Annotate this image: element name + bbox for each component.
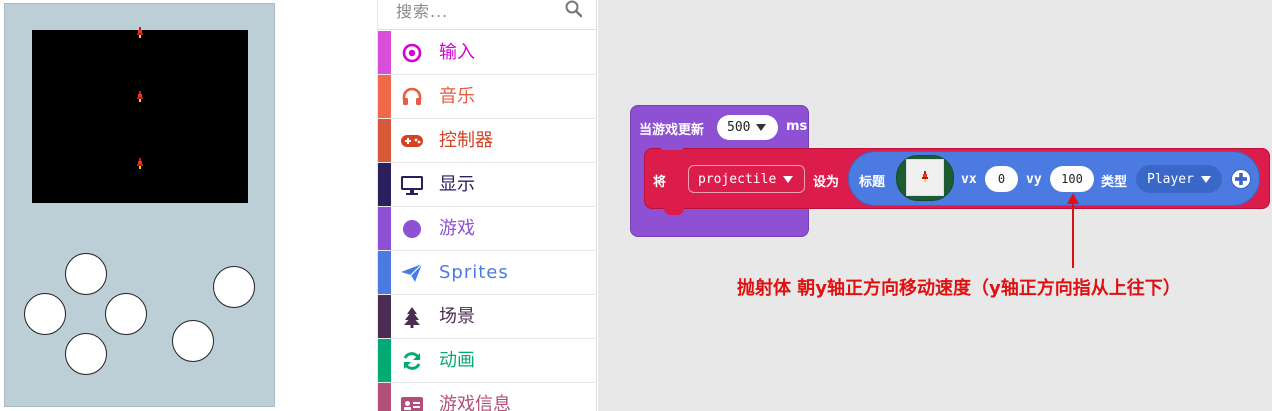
kind-label: 类型 <box>1101 175 1128 190</box>
image-label: 标题 <box>859 175 886 190</box>
category-sprites[interactable]: Sprites <box>378 251 597 295</box>
toolbox: 搜索... 输入 音乐 控制器 显示 游戏 Sprites 场景 动画 游戏信息 <box>377 0 597 411</box>
on-game-update-label: 当游戏更新 <box>639 123 705 138</box>
block-notch <box>660 146 684 150</box>
category-animation[interactable]: 动画 <box>378 339 597 383</box>
vy-value: 100 <box>1061 172 1083 186</box>
toolbox-search[interactable]: 搜索... <box>378 0 597 30</box>
category-label: 控制器 <box>439 130 493 151</box>
category-game[interactable]: 游戏 <box>378 207 597 251</box>
monitor-icon <box>401 176 423 195</box>
category-scene[interactable]: 场景 <box>378 295 597 339</box>
vx-input[interactable]: 0 <box>985 166 1018 192</box>
to-label: 设为 <box>813 175 840 190</box>
id-card-icon <box>401 397 423 411</box>
vy-label: vy <box>1026 172 1042 187</box>
tree-icon <box>404 307 420 328</box>
dpad-up-button[interactable] <box>65 253 107 295</box>
rocket-sprite-icon <box>137 91 143 102</box>
chevron-down-icon <box>783 175 794 183</box>
interval-dropdown[interactable]: 500 <box>717 115 778 140</box>
refresh-icon <box>403 352 421 370</box>
category-game-info[interactable]: 游戏信息 <box>378 383 597 411</box>
category-controller[interactable]: 控制器 <box>378 119 597 163</box>
rocket-sprite-icon <box>137 27 143 38</box>
annotation-arrow-icon <box>1067 193 1079 268</box>
paper-plane-icon <box>401 263 423 282</box>
dpad-left-button[interactable] <box>24 293 66 335</box>
category-display[interactable]: 显示 <box>378 163 597 207</box>
dpad-right-button[interactable] <box>105 293 147 335</box>
category-input[interactable]: 输入 <box>378 31 597 75</box>
vy-input[interactable]: 100 <box>1050 166 1094 192</box>
category-label: 场景 <box>439 306 475 327</box>
b-button[interactable] <box>172 320 214 362</box>
variable-name: projectile <box>698 171 777 187</box>
chevron-down-icon <box>756 124 767 131</box>
category-label: 音乐 <box>439 86 475 107</box>
kind-dropdown[interactable]: Player <box>1136 165 1222 193</box>
category-label: 游戏 <box>439 218 475 239</box>
set-label: 将 <box>653 175 667 190</box>
category-label: Sprites <box>439 262 509 283</box>
vx-value: 0 <box>997 172 1006 186</box>
annotation-text: 抛射体 朝y轴正方向移动速度（y轴正方向指从上往下） <box>737 278 1181 299</box>
kind-value: Player <box>1147 171 1194 187</box>
game-screen[interactable] <box>32 27 248 203</box>
vx-label: vx <box>961 172 977 187</box>
category-label: 游戏信息 <box>439 394 511 411</box>
category-music[interactable]: 音乐 <box>378 75 597 119</box>
category-label: 显示 <box>439 174 475 195</box>
target-icon <box>402 43 422 63</box>
category-label: 动画 <box>439 350 475 371</box>
gamepad-icon <box>401 135 423 147</box>
interval-value: 500 <box>727 120 751 135</box>
search-input[interactable]: 搜索... <box>396 0 448 22</box>
rocket-sprite-icon <box>137 158 143 169</box>
ms-label: ms <box>786 119 808 134</box>
dpad-down-button[interactable] <box>65 333 107 375</box>
chevron-down-icon <box>1200 175 1211 183</box>
a-button[interactable] <box>213 266 255 308</box>
headphones-icon <box>402 87 422 105</box>
category-label: 输入 <box>439 42 475 63</box>
circle-icon <box>403 220 421 238</box>
rocket-sprite-icon <box>922 171 928 182</box>
plus-circle-icon[interactable] <box>1230 168 1252 190</box>
search-icon[interactable] <box>564 0 584 19</box>
block-tab <box>664 207 684 215</box>
simulator-panel <box>0 0 377 411</box>
variable-dropdown[interactable]: projectile <box>688 165 805 193</box>
game-device <box>4 3 275 407</box>
